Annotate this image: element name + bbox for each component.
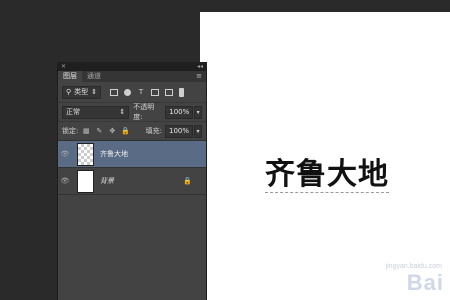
- blend-mode-select[interactable]: 正常 ⇕: [62, 105, 130, 119]
- lock-icons: ▦ ✎ ✥ 🔒: [82, 127, 130, 135]
- fill-dropdown-icon[interactable]: ▾: [194, 124, 202, 138]
- layer-name[interactable]: 齐鲁大地: [100, 149, 128, 159]
- close-icon[interactable]: ✕: [61, 63, 66, 70]
- panel-menu-icon[interactable]: ≡: [192, 71, 206, 82]
- blend-mode-value: 正常: [66, 107, 80, 116]
- canvas-text: 齐鲁大地: [265, 157, 389, 193]
- chevron-updown-icon: ⇕: [119, 107, 126, 116]
- smart-object-filter-icon[interactable]: [165, 88, 174, 96]
- panel-titlebar: ✕ ◂◂: [58, 62, 206, 71]
- layer-thumbnail: [77, 142, 94, 166]
- lock-all-icon[interactable]: 🔒: [121, 127, 130, 135]
- lock-icon: 🔒: [183, 177, 192, 185]
- tab-layers[interactable]: 图层: [58, 71, 82, 82]
- lock-transparent-icon[interactable]: ▦: [82, 127, 90, 135]
- fill-label: 填充:: [145, 127, 162, 135]
- blend-row: 正常 ⇕ 不透明度: 100% ▾: [58, 103, 206, 122]
- adjustment-filter-icon[interactable]: [124, 88, 132, 96]
- watermark-url: jingyan.baidu.com: [385, 263, 442, 270]
- panel-tabs: 图层 通道 ≡: [58, 71, 206, 82]
- filter-type-select[interactable]: ⚲ 类型 ⇕: [62, 85, 102, 99]
- lock-row: 锁定: ▦ ✎ ✥ 🔒 填充: 100% ▾: [58, 122, 206, 141]
- chevron-updown-icon: ⇕: [91, 87, 98, 96]
- filter-toggle[interactable]: [179, 87, 185, 97]
- lock-label: 锁定:: [62, 127, 79, 135]
- opacity-dropdown-icon[interactable]: ▾: [194, 105, 203, 119]
- filter-row: ⚲ 类型 ⇕ T: [58, 82, 206, 103]
- visibility-eye-icon[interactable]: 👁: [58, 177, 72, 185]
- filter-icons: T: [110, 88, 174, 96]
- search-icon: ⚲: [66, 87, 72, 96]
- collapse-icon[interactable]: ◂◂: [197, 63, 203, 70]
- opacity-input[interactable]: 100%: [165, 105, 194, 119]
- layer-thumbnail: [77, 169, 94, 193]
- fill-input[interactable]: 100%: [164, 124, 193, 138]
- opacity-label: 不透明度:: [133, 103, 155, 121]
- layer-row-text[interactable]: 👁 齐鲁大地: [58, 141, 206, 168]
- watermark-logo: Bai: [406, 270, 444, 295]
- lock-move-icon[interactable]: ✥: [108, 127, 116, 135]
- lock-paint-icon[interactable]: ✎: [95, 127, 103, 135]
- type-filter-icon[interactable]: T: [137, 88, 145, 96]
- canvas-text-layer: 齐鲁大地: [265, 149, 389, 193]
- visibility-eye-icon[interactable]: 👁: [58, 150, 72, 158]
- tab-channels[interactable]: 通道: [82, 71, 106, 82]
- shape-filter-icon[interactable]: [151, 88, 160, 96]
- layer-row-background[interactable]: 👁 背景 🔒: [58, 168, 206, 195]
- workspace: 齐鲁大地 jingyan.baidu.com Bai ✕ ◂◂ 图层 通道 ≡ …: [0, 0, 450, 300]
- layers-panel: ✕ ◂◂ 图层 通道 ≡ ⚲ 类型 ⇕ T 正常 ⇕ 不透明度: 100% ▾ …: [57, 62, 207, 300]
- document-canvas[interactable]: 齐鲁大地 jingyan.baidu.com Bai: [200, 12, 450, 300]
- layer-name[interactable]: 背景: [100, 176, 114, 186]
- filter-type-value: 类型: [74, 87, 89, 96]
- image-filter-icon[interactable]: [110, 88, 119, 96]
